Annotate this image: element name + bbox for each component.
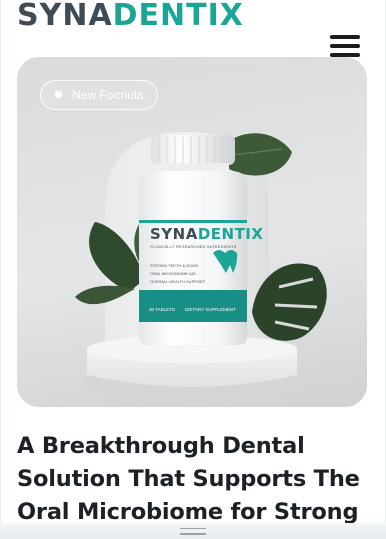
grip-icon <box>180 527 206 535</box>
bottle-cap <box>151 135 235 165</box>
sparkle-icon: ✹ <box>53 87 64 103</box>
bottle-type: DIETARY SUPPLEMENT <box>185 307 236 312</box>
label-stripe <box>139 220 247 223</box>
page-headline: A Breakthrough Dental Solution That Supp… <box>17 433 360 525</box>
bottle-benefit-1: STRONG TEETH & GUMS <box>150 263 199 268</box>
bottle-brand-part2: DENTIX <box>197 225 264 243</box>
hamburger-icon-bar-middle <box>330 44 360 48</box>
bottle-benefit-3: OVERALL HEALTH SUPPORT <box>150 279 206 284</box>
bottle-tagline: CLINICALLY RESEARCHED INGREDIENTS <box>150 244 237 249</box>
label-band <box>139 290 247 322</box>
brand-logo-part1: SYNA <box>17 0 113 33</box>
bottom-drawer-handle[interactable] <box>0 523 386 539</box>
new-formula-badge: ✹ New Formula <box>40 80 159 110</box>
hamburger-icon-bar-top <box>330 35 360 39</box>
badge-label: New Formula <box>71 88 144 102</box>
brand-logo[interactable]: SYNADENTIX <box>17 0 244 32</box>
hero-product-image: ✹ New Formula SYNADENTIX CLINICALLY RESE… <box>17 57 367 407</box>
bottle-brand-part1: SYNA <box>150 225 198 243</box>
brand-logo-part2: DENTIX <box>112 0 244 33</box>
bottle-count: 30 TABLETS <box>149 307 175 312</box>
bottle-benefit-2: ORAL MICROBIOME AID <box>150 271 196 276</box>
bottle-brand: SYNADENTIX <box>150 225 263 243</box>
